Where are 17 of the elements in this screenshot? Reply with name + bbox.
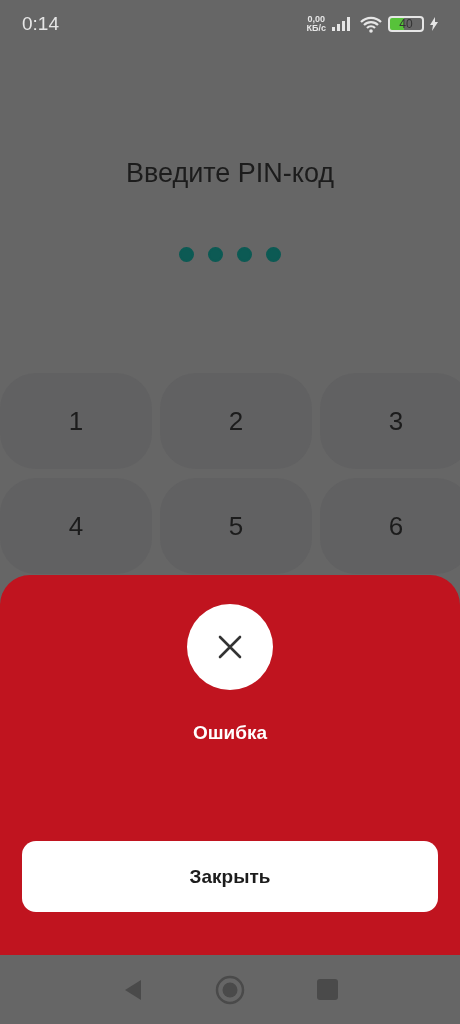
close-button[interactable]: Закрыть	[22, 841, 438, 912]
pin-title: Введите PIN-код	[125, 158, 335, 189]
keypad-key[interactable]: 2	[160, 373, 312, 469]
network-speed-value: 0,00	[307, 15, 326, 24]
keypad-key[interactable]: 4	[0, 478, 152, 574]
home-icon[interactable]	[214, 974, 245, 1005]
wifi-icon	[360, 15, 382, 33]
charging-icon	[430, 17, 438, 31]
keypad-key[interactable]: 6	[320, 478, 460, 574]
close-icon	[218, 635, 242, 659]
error-message: Ошибка	[192, 722, 268, 744]
keypad-key[interactable]: 5	[160, 478, 312, 574]
status-time: 0:14	[22, 13, 59, 35]
recents-icon[interactable]	[316, 979, 338, 1000]
network-speed-unit: КБ/с	[306, 24, 326, 33]
keypad-key[interactable]: 1	[0, 373, 152, 469]
keypad-key[interactable]: 3	[320, 373, 460, 469]
